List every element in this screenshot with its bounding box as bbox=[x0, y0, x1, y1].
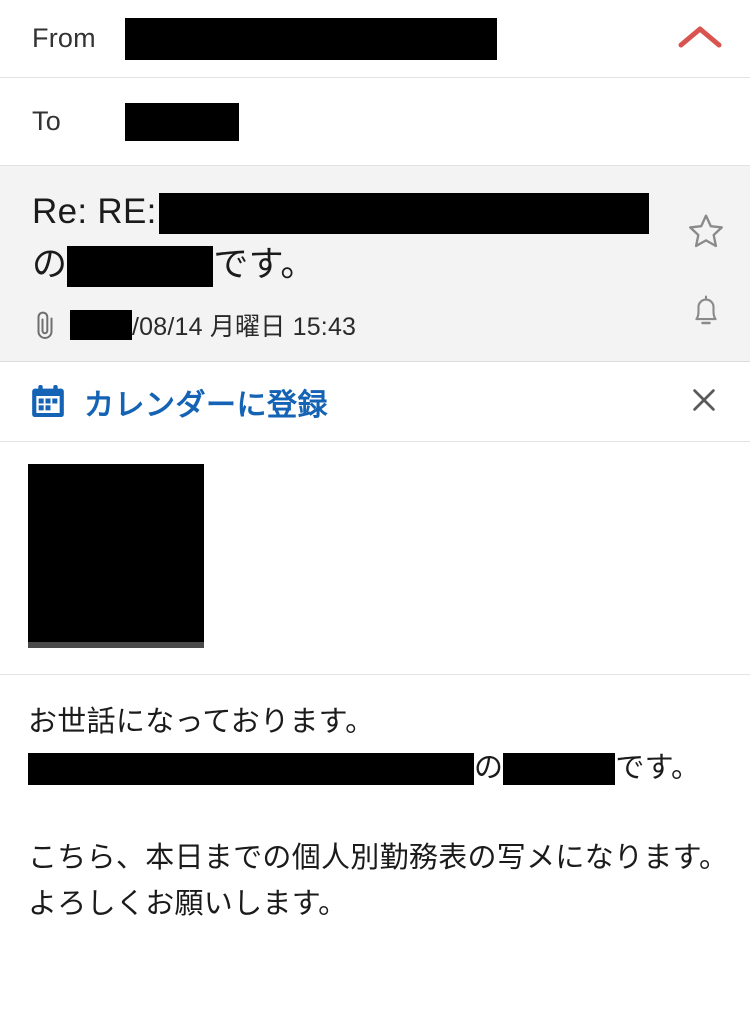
attachment-shadow bbox=[28, 642, 204, 648]
date-year-redaction bbox=[70, 310, 132, 340]
subject-redaction-2 bbox=[67, 246, 214, 288]
body-particle: の bbox=[474, 752, 504, 784]
to-label: To bbox=[32, 106, 61, 136]
subject-suffix: です。 bbox=[213, 245, 316, 284]
body-suffix: です。 bbox=[615, 752, 701, 784]
from-value[interactable] bbox=[125, 17, 726, 60]
collapse-header-button[interactable] bbox=[672, 11, 728, 67]
star-button[interactable] bbox=[680, 206, 732, 258]
calendar-icon bbox=[28, 382, 68, 422]
to-redaction bbox=[125, 102, 239, 141]
to-row[interactable]: To bbox=[0, 78, 750, 166]
message-body: お世話になっております。 の です。 こちら、本日までの個人別勤務表の写メになりま… bbox=[0, 675, 750, 927]
subject-prefix: Re: RE: bbox=[32, 192, 157, 231]
attachment-area bbox=[0, 442, 750, 675]
dismiss-calendar-banner-button[interactable] bbox=[678, 376, 730, 428]
to-value[interactable] bbox=[125, 102, 726, 141]
calendar-register-label: カレンダーに登録 bbox=[84, 388, 328, 422]
body-line-4: よろしくお願いします。 bbox=[28, 888, 348, 920]
subject-redaction-1 bbox=[158, 193, 649, 235]
reminder-bell-button[interactable] bbox=[680, 286, 732, 338]
bell-icon bbox=[688, 291, 724, 334]
calendar-register-banner[interactable]: カレンダーに登録 bbox=[0, 362, 750, 442]
from-label: From bbox=[32, 23, 96, 53]
close-icon bbox=[689, 385, 719, 418]
subject-line-1: Re: RE: bbox=[32, 188, 686, 236]
date-text: /08/14 月曜日 15:43 bbox=[132, 313, 357, 341]
body-redaction-1 bbox=[28, 753, 474, 786]
email-detail-screen: From To Re: RE: のです。 /08/14 月曜日 15:43 カレ… bbox=[0, 0, 750, 1016]
paperclip-icon bbox=[32, 310, 58, 340]
body-line-3: こちら、本日までの個人別勤務表の写メになります。 bbox=[28, 842, 729, 874]
subject-action-icons bbox=[680, 206, 732, 338]
chevron-up-icon bbox=[677, 22, 723, 55]
body-line-2: の です。 bbox=[28, 745, 722, 791]
body-redaction-2 bbox=[503, 753, 616, 786]
subject-block: Re: RE: の です。 /08/14 月曜日 15:43 bbox=[0, 166, 750, 362]
attachment-thumbnail[interactable] bbox=[28, 464, 204, 648]
from-redaction bbox=[125, 17, 497, 60]
body-line-1: お世話になっております。 bbox=[28, 706, 375, 738]
attachment-image-redaction bbox=[28, 464, 204, 642]
subject-meta-line: /08/14 月曜日 15:43 bbox=[32, 307, 686, 343]
subject-particle: の bbox=[32, 245, 68, 284]
subject-line-2: の です。 bbox=[32, 241, 686, 289]
star-icon bbox=[686, 211, 726, 254]
from-row[interactable]: From bbox=[0, 0, 750, 78]
